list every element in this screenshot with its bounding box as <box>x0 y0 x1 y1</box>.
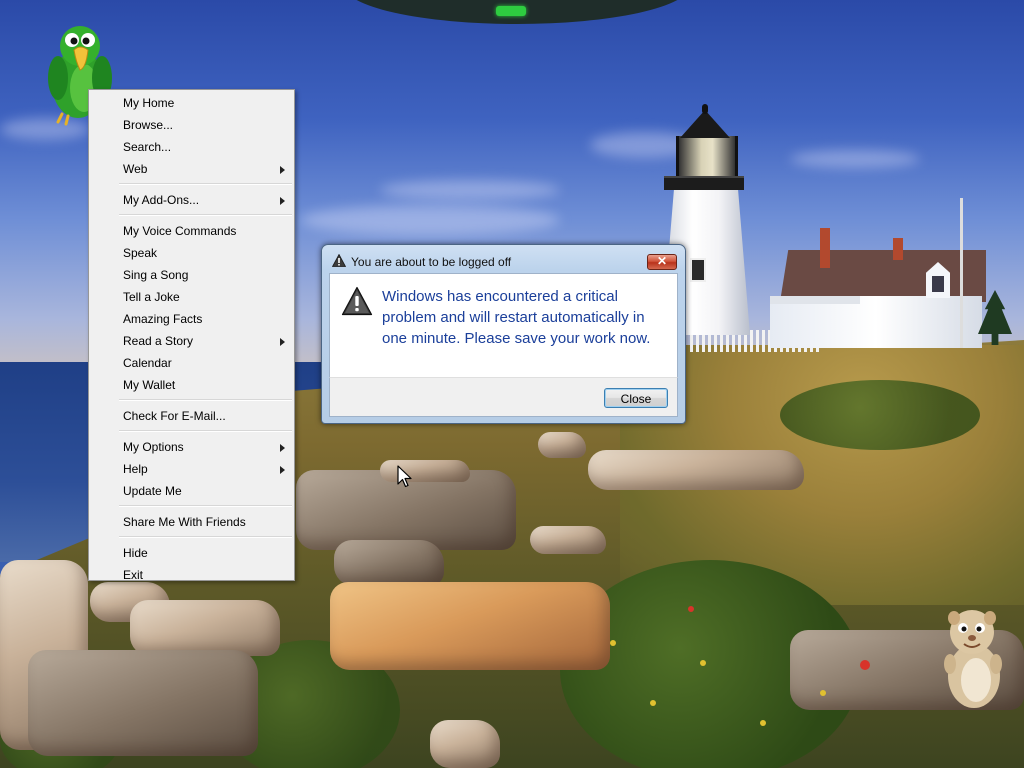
cloud <box>380 180 560 200</box>
rock <box>430 720 500 768</box>
mouse-cursor-icon <box>397 465 413 494</box>
menu-item-search[interactable]: Search... <box>89 136 294 158</box>
menu-item-label: Speak <box>123 246 158 260</box>
dialog-footer: Close <box>329 377 678 417</box>
bush <box>780 380 980 450</box>
lighthouse-window <box>690 258 706 282</box>
rock <box>588 450 804 490</box>
menu-item-label: My Wallet <box>123 378 176 392</box>
menu-item-my-voice-commands[interactable]: My Voice Commands <box>89 220 294 242</box>
menu-item-label: Sing a Song <box>123 268 189 282</box>
dialog-titlebar[interactable]: You are about to be logged off ✕ <box>322 245 685 273</box>
lighthouse-gallery <box>664 176 744 190</box>
menu-item-hide[interactable]: Hide <box>89 542 294 564</box>
cloud <box>790 150 920 168</box>
menu-item-read-a-story[interactable]: Read a Story <box>89 330 294 352</box>
menu-separator <box>119 399 292 401</box>
flagpole <box>960 198 963 348</box>
menu-item-label: Search... <box>123 140 172 154</box>
warning-icon <box>331 253 347 272</box>
rock <box>330 582 610 670</box>
flower <box>820 690 826 696</box>
menu-separator <box>119 536 292 538</box>
menu-separator <box>119 505 292 507</box>
flower <box>688 606 694 612</box>
menu-item-label: Help <box>123 462 148 476</box>
logoff-warning-dialog: You are about to be logged off ✕ Windows… <box>321 244 686 424</box>
menu-item-label: My Home <box>123 96 175 110</box>
menu-separator <box>119 183 292 185</box>
menu-item-label: Update Me <box>123 484 182 498</box>
house-roof <box>780 250 986 302</box>
menu-item-tell-a-joke[interactable]: Tell a Joke <box>89 286 294 308</box>
chevron-right-icon <box>280 197 285 205</box>
menu-item-browse[interactable]: Browse... <box>89 114 294 136</box>
chevron-right-icon <box>280 466 285 474</box>
rock <box>334 540 444 586</box>
flower <box>860 660 870 670</box>
menu-item-web[interactable]: Web <box>89 158 294 180</box>
porch <box>770 296 860 304</box>
menu-item-check-for-email[interactable]: Check For E-Mail... <box>89 405 294 427</box>
menu-item-update-me[interactable]: Update Me <box>89 480 294 502</box>
menu-item-label: My Add-Ons... <box>123 193 200 207</box>
menu-item-sing-a-song[interactable]: Sing a Song <box>89 264 294 286</box>
dialog-title: You are about to be logged off <box>351 255 512 269</box>
menu-item-my-home[interactable]: My Home <box>89 92 294 114</box>
menu-item-my-options[interactable]: My Options <box>89 436 294 458</box>
menu-item-label: Web <box>123 162 148 176</box>
rock <box>530 526 606 554</box>
flower <box>760 720 766 726</box>
menu-item-share-me-with-friends[interactable]: Share Me With Friends <box>89 511 294 533</box>
menu-item-calendar[interactable]: Calendar <box>89 352 294 374</box>
dormer-window <box>932 276 944 292</box>
menu-item-label: Tell a Joke <box>123 290 180 304</box>
rock <box>380 460 470 482</box>
assistant-context-menu: My Home Browse... Search... Web My Add-O… <box>88 89 295 582</box>
rock <box>130 600 280 656</box>
menu-item-label: Check For E-Mail... <box>123 409 226 423</box>
menu-item-my-wallet[interactable]: My Wallet <box>89 374 294 396</box>
warning-icon <box>341 286 373 321</box>
menu-separator <box>119 430 292 432</box>
rock <box>28 650 258 756</box>
close-window-button[interactable]: ✕ <box>647 254 677 270</box>
chevron-right-icon <box>280 338 285 346</box>
lighthouse-lantern <box>676 136 738 178</box>
chevron-right-icon <box>280 444 285 452</box>
chevron-right-icon <box>280 166 285 174</box>
flower <box>700 660 706 666</box>
flower <box>650 700 656 706</box>
menu-item-label: Read a Story <box>123 334 194 348</box>
menu-item-help[interactable]: Help <box>89 458 294 480</box>
menu-item-amazing-facts[interactable]: Amazing Facts <box>89 308 294 330</box>
menu-item-label: Amazing Facts <box>123 312 203 326</box>
menu-item-exit[interactable]: Exit <box>89 564 294 586</box>
chimney <box>893 238 903 260</box>
menu-item-label: Exit <box>123 568 144 582</box>
dialog-message: Windows has encountered a critical probl… <box>382 288 651 347</box>
close-icon: ✕ <box>656 254 668 268</box>
menu-separator <box>119 214 292 216</box>
menu-item-label: Browse... <box>123 118 174 132</box>
flower <box>610 640 616 646</box>
menu-item-label: Hide <box>123 546 148 560</box>
menu-item-speak[interactable]: Speak <box>89 242 294 264</box>
status-led <box>496 6 526 16</box>
dialog-content: Windows has encountered a critical probl… <box>329 273 678 377</box>
menu-item-label: Calendar <box>123 356 172 370</box>
lighthouse-tip <box>702 104 708 114</box>
menu-item-my-add-ons[interactable]: My Add-Ons... <box>89 189 294 211</box>
menu-item-label: Share Me With Friends <box>123 515 246 529</box>
cloud <box>300 205 560 235</box>
menu-item-label: My Options <box>123 440 184 454</box>
chimney <box>820 228 830 268</box>
rock <box>538 432 586 458</box>
close-button[interactable]: Close <box>604 388 668 408</box>
menu-item-label: My Voice Commands <box>123 224 237 238</box>
hamster-icon[interactable] <box>938 606 1006 710</box>
